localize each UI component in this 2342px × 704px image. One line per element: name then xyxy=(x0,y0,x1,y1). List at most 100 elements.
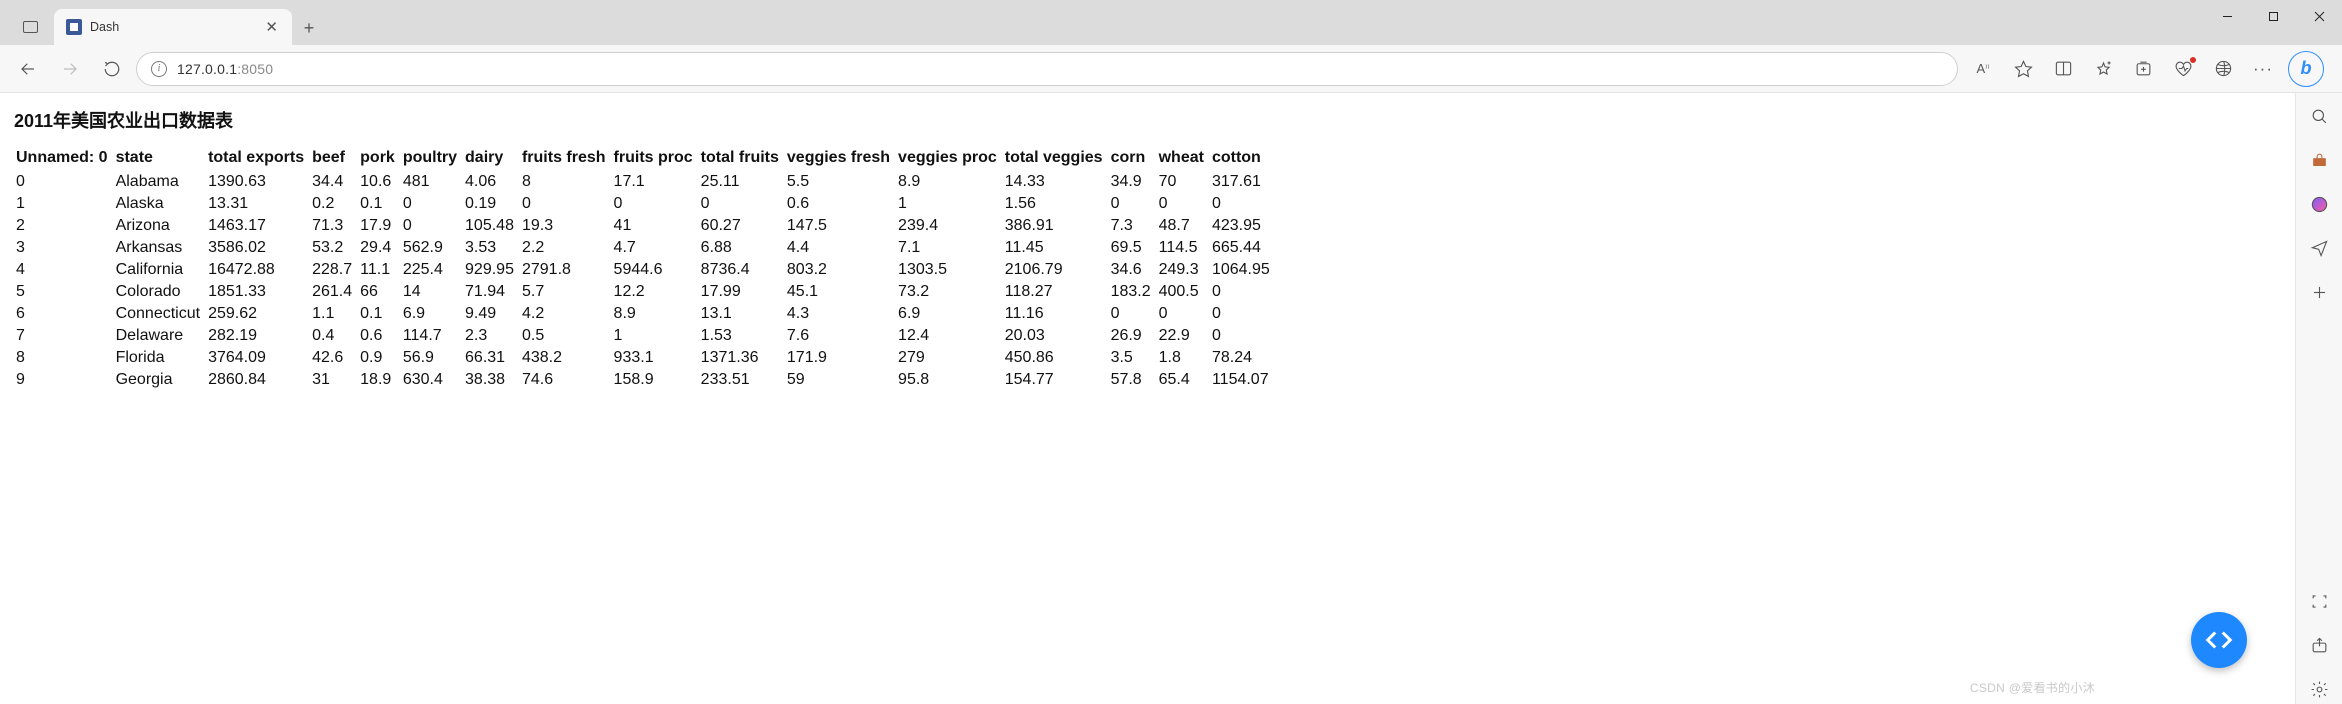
table-cell: 71.94 xyxy=(463,281,520,303)
table-row: 0Alabama1390.6334.410.64814.06817.125.11… xyxy=(14,171,1276,193)
table-cell: 239.4 xyxy=(896,215,1003,237)
table-cell: 183.2 xyxy=(1109,281,1157,303)
favorites-hub-button[interactable] xyxy=(2084,51,2122,87)
table-cell: 929.95 xyxy=(463,259,520,281)
refresh-button[interactable] xyxy=(94,51,130,87)
table-cell: 70 xyxy=(1157,171,1210,193)
favorite-button[interactable] xyxy=(2004,51,2042,87)
read-aloud-button[interactable]: A⁾⁾ xyxy=(1964,51,2002,87)
table-cell: 74.6 xyxy=(520,369,612,391)
table-cell: Georgia xyxy=(114,369,207,391)
tab-actions-button[interactable] xyxy=(8,9,52,45)
table-cell: 4.4 xyxy=(785,237,896,259)
sidebar-share-icon[interactable] xyxy=(2304,630,2334,660)
window-close-button[interactable] xyxy=(2296,0,2342,32)
table-cell: 66 xyxy=(358,281,401,303)
tab-close-icon[interactable]: ✕ xyxy=(263,16,280,38)
table-cell: 1.56 xyxy=(1003,193,1109,215)
table-cell: 154.77 xyxy=(1003,369,1109,391)
sidebar-copilot-icon[interactable] xyxy=(2304,189,2334,219)
table-cell: 630.4 xyxy=(401,369,463,391)
table-cell: 5.5 xyxy=(785,171,896,193)
table-cell: 0 xyxy=(612,193,699,215)
column-header: beef xyxy=(310,147,358,171)
column-header: Unnamed: 0 xyxy=(14,147,114,171)
collections-button[interactable] xyxy=(2124,51,2162,87)
table-cell: California xyxy=(114,259,207,281)
dash-devtools-button[interactable] xyxy=(2191,612,2247,668)
bing-chat-button[interactable]: b xyxy=(2284,51,2328,87)
sidebar-add-icon[interactable] xyxy=(2304,277,2334,307)
table-cell: 1.1 xyxy=(310,303,358,325)
table-cell: 171.9 xyxy=(785,347,896,369)
table-cell: 1.8 xyxy=(1157,347,1210,369)
tab-favicon xyxy=(66,19,82,35)
column-header: fruits proc xyxy=(612,147,699,171)
performance-button[interactable] xyxy=(2164,51,2202,87)
more-menu-button[interactable]: ··· xyxy=(2244,51,2282,87)
table-cell: 13.31 xyxy=(206,193,310,215)
table-cell: 34.4 xyxy=(310,171,358,193)
table-cell: 1 xyxy=(14,193,114,215)
tab-strip: Dash ✕ + xyxy=(0,0,326,45)
table-cell: 0.2 xyxy=(310,193,358,215)
sidebar-search-icon[interactable] xyxy=(2304,101,2334,131)
table-row: 5Colorado1851.33261.4661471.945.712.217.… xyxy=(14,281,1276,303)
column-header: wheat xyxy=(1157,147,1210,171)
split-screen-button[interactable] xyxy=(2044,51,2082,87)
table-cell: 11.16 xyxy=(1003,303,1109,325)
table-cell: 8 xyxy=(14,347,114,369)
table-cell: 261.4 xyxy=(310,281,358,303)
table-cell: 225.4 xyxy=(401,259,463,281)
table-row: 2Arizona1463.1771.317.90105.4819.34160.2… xyxy=(14,215,1276,237)
table-row: 7Delaware282.190.40.6114.72.30.511.537.6… xyxy=(14,325,1276,347)
table-cell: Delaware xyxy=(114,325,207,347)
window-minimize-button[interactable] xyxy=(2204,0,2250,32)
column-header: veggies fresh xyxy=(785,147,896,171)
table-cell: 7.6 xyxy=(785,325,896,347)
table-cell: Connecticut xyxy=(114,303,207,325)
table-cell: 8 xyxy=(520,171,612,193)
column-header: total exports xyxy=(206,147,310,171)
back-button[interactable] xyxy=(10,51,46,87)
table-cell: 5 xyxy=(14,281,114,303)
address-bar: i 127.0.0.1:8050 A⁾⁾ ··· b xyxy=(0,45,2342,93)
window-maximize-button[interactable] xyxy=(2250,0,2296,32)
table-cell: 803.2 xyxy=(785,259,896,281)
column-header: poultry xyxy=(401,147,463,171)
table-cell: 31 xyxy=(310,369,358,391)
new-tab-button[interactable]: + xyxy=(292,11,326,45)
table-cell: 0 xyxy=(14,171,114,193)
table-cell: 1064.95 xyxy=(1210,259,1276,281)
table-cell: Alabama xyxy=(114,171,207,193)
table-cell: 0 xyxy=(401,193,463,215)
watermark: CSDN @爱看书的小沐 xyxy=(1970,679,2095,696)
table-cell: 438.2 xyxy=(520,347,612,369)
table-cell: 4.3 xyxy=(785,303,896,325)
table-cell: 105.48 xyxy=(463,215,520,237)
site-info-icon[interactable]: i xyxy=(151,61,167,77)
table-cell: 1851.33 xyxy=(206,281,310,303)
sidebar-settings-icon[interactable] xyxy=(2304,674,2334,704)
table-cell: 4.06 xyxy=(463,171,520,193)
url-host: 127.0.0.1 xyxy=(177,61,237,77)
browser-tab[interactable]: Dash ✕ xyxy=(54,9,292,45)
table-cell: 114.7 xyxy=(401,325,463,347)
table-cell: 118.27 xyxy=(1003,281,1109,303)
table-row: 4California16472.88228.711.1225.4929.952… xyxy=(14,259,1276,281)
table-cell: 1371.36 xyxy=(699,347,785,369)
sidebar-screenshot-icon[interactable] xyxy=(2304,586,2334,616)
table-cell: 3 xyxy=(14,237,114,259)
sidebar-tools-icon[interactable] xyxy=(2304,145,2334,175)
forward-button[interactable] xyxy=(52,51,88,87)
table-cell: 2.3 xyxy=(463,325,520,347)
table-cell: 1.53 xyxy=(699,325,785,347)
table-cell: 259.62 xyxy=(206,303,310,325)
sidebar-send-icon[interactable] xyxy=(2304,233,2334,263)
extensions-button[interactable] xyxy=(2204,51,2242,87)
table-cell: 45.1 xyxy=(785,281,896,303)
column-header: state xyxy=(114,147,207,171)
url-input[interactable]: i 127.0.0.1:8050 xyxy=(136,52,1958,86)
table-cell: 26.9 xyxy=(1109,325,1157,347)
table-cell: 233.51 xyxy=(699,369,785,391)
